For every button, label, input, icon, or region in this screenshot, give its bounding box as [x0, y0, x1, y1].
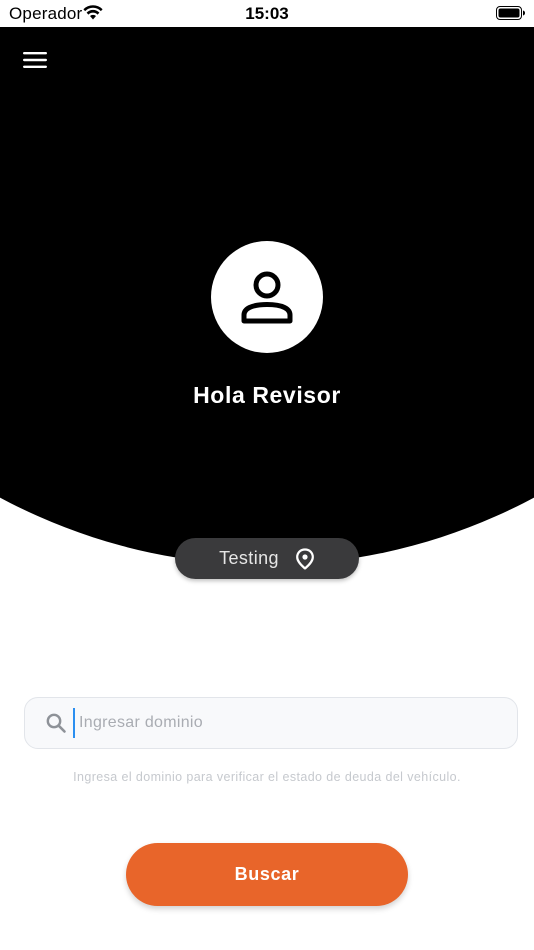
greeting-title: Hola Revisor	[193, 382, 341, 408]
domain-input[interactable]	[73, 708, 499, 738]
home-screen: Operador 15:03 Hola Revisor Testing Ingr…	[0, 0, 534, 950]
location-label: Testing	[219, 548, 279, 568]
status-bar: Operador 15:03	[0, 0, 534, 27]
menu-button[interactable]	[16, 45, 54, 75]
domain-search-field[interactable]	[24, 697, 518, 749]
battery-icon	[496, 6, 525, 20]
search-icon	[46, 713, 66, 733]
location-selector[interactable]: Testing	[175, 538, 359, 579]
hamburger-menu-icon	[23, 52, 47, 68]
header-panel: Hola Revisor	[0, 27, 534, 567]
person-icon	[241, 271, 293, 324]
search-button[interactable]: Buscar	[126, 843, 408, 906]
status-time: 15:03	[245, 4, 289, 23]
map-pin-icon	[296, 547, 314, 570]
search-helper-text: Ingresa el dominio para verificar el est…	[73, 770, 461, 784]
avatar	[211, 241, 323, 353]
